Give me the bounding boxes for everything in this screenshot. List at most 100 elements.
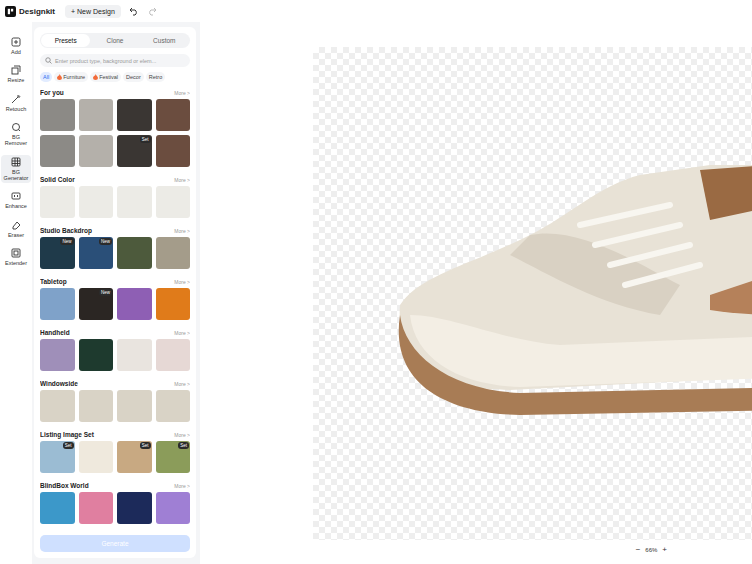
preset-thumbnail[interactable] bbox=[156, 237, 191, 269]
preset-panel: PresetsCloneCustom Enter product type, ba… bbox=[34, 27, 196, 558]
panel-tab[interactable]: Clone bbox=[90, 34, 139, 47]
thumbnail-badge: New bbox=[99, 289, 112, 296]
preset-thumbnail[interactable] bbox=[156, 135, 191, 167]
rail-item[interactable]: Resize bbox=[1, 63, 31, 85]
preset-thumbnail[interactable] bbox=[79, 492, 114, 524]
preset-thumbnail[interactable] bbox=[117, 288, 152, 320]
preset-thumbnail[interactable] bbox=[40, 390, 75, 422]
preset-thumbnail[interactable]: Set bbox=[117, 441, 152, 473]
preset-section: For you More > Set bbox=[40, 89, 190, 167]
preset-thumbnail[interactable] bbox=[79, 390, 114, 422]
preset-section: Handheld More > bbox=[40, 329, 190, 371]
retouch-icon bbox=[11, 94, 21, 104]
category-chip[interactable]: Furniture bbox=[54, 72, 88, 82]
rail-item[interactable]: BG Remover bbox=[1, 120, 31, 149]
preset-thumbnail[interactable] bbox=[156, 288, 191, 320]
logo[interactable]: Designkit bbox=[5, 6, 55, 17]
preset-thumbnail[interactable] bbox=[117, 237, 152, 269]
preset-thumbnail[interactable] bbox=[79, 441, 114, 473]
preset-section: Solid Color More > bbox=[40, 176, 190, 218]
panel-tab[interactable]: Custom bbox=[140, 34, 189, 47]
category-chip[interactable]: Retro bbox=[146, 72, 165, 82]
preset-thumbnail[interactable] bbox=[79, 135, 114, 167]
more-link[interactable]: More > bbox=[174, 381, 190, 387]
preset-thumbnail[interactable] bbox=[117, 390, 152, 422]
thumbnail-badge: New bbox=[99, 238, 112, 245]
new-design-button[interactable]: + New Design bbox=[65, 5, 121, 18]
preset-thumbnail[interactable] bbox=[156, 492, 191, 524]
section-title: Solid Color bbox=[40, 176, 75, 183]
enhance-icon bbox=[11, 191, 21, 201]
preset-thumbnail[interactable]: Set bbox=[156, 441, 191, 473]
zoom-in-button[interactable]: + bbox=[662, 545, 667, 554]
thumbnail-badge: Set bbox=[63, 442, 74, 449]
preset-thumbnail[interactable] bbox=[40, 135, 75, 167]
preset-section: Windowside More > bbox=[40, 380, 190, 422]
preset-thumbnail[interactable] bbox=[156, 99, 191, 131]
preset-thumbnail[interactable] bbox=[156, 339, 191, 371]
add-icon bbox=[11, 37, 21, 47]
preset-thumbnail[interactable] bbox=[79, 99, 114, 131]
more-link[interactable]: More > bbox=[174, 330, 190, 336]
section-title: For you bbox=[40, 89, 64, 96]
preset-thumbnail[interactable] bbox=[40, 339, 75, 371]
rail-item[interactable]: Eraser bbox=[1, 218, 31, 240]
more-link[interactable]: More > bbox=[174, 90, 190, 96]
more-link[interactable]: More > bbox=[174, 483, 190, 489]
canvas bbox=[313, 47, 752, 540]
redo-icon[interactable] bbox=[147, 6, 157, 16]
bg-generator-icon bbox=[11, 157, 21, 167]
eraser-icon bbox=[11, 220, 21, 230]
more-link[interactable]: More > bbox=[174, 177, 190, 183]
preset-section: Studio BackdropMore >NewNew bbox=[40, 227, 190, 269]
rail-item[interactable]: Enhance bbox=[1, 189, 31, 211]
preset-thumbnail[interactable] bbox=[117, 99, 152, 131]
more-link[interactable]: More > bbox=[174, 279, 190, 285]
thumbnail-badge: Set bbox=[178, 442, 189, 449]
undo-icon[interactable] bbox=[129, 6, 139, 16]
more-link[interactable]: More > bbox=[174, 228, 190, 234]
category-chips: All Furniture Festival Decor Retro bbox=[40, 72, 190, 82]
app: Designkit + New Design Add Resize Retouch BG … bbox=[0, 0, 752, 564]
preset-thumbnail[interactable]: New bbox=[79, 237, 114, 269]
category-chip[interactable]: Festival bbox=[90, 72, 121, 82]
preset-thumbnail[interactable] bbox=[156, 390, 191, 422]
section-title: Listing Image Set bbox=[40, 431, 94, 438]
category-chip[interactable]: Decor bbox=[123, 72, 144, 82]
preset-thumbnail[interactable] bbox=[40, 492, 75, 524]
rail-item[interactable]: Add bbox=[1, 35, 31, 57]
preset-thumbnail[interactable] bbox=[79, 186, 114, 218]
category-chip[interactable]: All bbox=[40, 72, 52, 82]
preset-thumbnail[interactable]: Set bbox=[40, 441, 75, 473]
preset-thumbnail[interactable] bbox=[117, 339, 152, 371]
preset-thumbnail[interactable] bbox=[40, 186, 75, 218]
section-title: BlindBox World bbox=[40, 482, 89, 489]
preset-thumbnail[interactable]: New bbox=[79, 288, 114, 320]
preset-thumbnail[interactable] bbox=[117, 186, 152, 218]
tool-rail: Add Resize Retouch BG Remover BG Generator En… bbox=[0, 22, 32, 564]
preset-thumbnail[interactable] bbox=[117, 492, 152, 524]
search-field[interactable]: Enter product type, background or elem..… bbox=[40, 54, 190, 67]
rail-item[interactable]: Retouch bbox=[1, 92, 31, 114]
preset-thumbnail[interactable] bbox=[40, 99, 75, 131]
zoom-out-button[interactable]: − bbox=[636, 545, 641, 554]
preset-thumbnail[interactable] bbox=[79, 339, 114, 371]
panel-tab[interactable]: Presets bbox=[41, 34, 90, 47]
bg-remover-icon bbox=[11, 122, 21, 132]
preset-thumbnail[interactable] bbox=[156, 186, 191, 218]
thumbnail-badge: New bbox=[60, 238, 73, 245]
section-title: Handheld bbox=[40, 329, 70, 336]
search-icon bbox=[45, 57, 52, 64]
preset-section: Listing Image Set More > Set Set Set bbox=[40, 431, 190, 473]
rail-item[interactable]: Extender bbox=[1, 246, 31, 268]
generate-button[interactable]: Generate bbox=[40, 535, 190, 552]
rail-item[interactable]: BG Generator bbox=[1, 155, 31, 184]
preset-thumbnail[interactable]: New bbox=[40, 237, 75, 269]
preset-thumbnail[interactable]: Set bbox=[117, 135, 152, 167]
preset-thumbnail[interactable] bbox=[40, 288, 75, 320]
more-link[interactable]: More > bbox=[174, 432, 190, 438]
workspace: −66%+ bbox=[200, 22, 752, 564]
product-image[interactable] bbox=[380, 165, 752, 415]
resize-icon bbox=[11, 65, 21, 75]
section-title: Windowside bbox=[40, 380, 78, 387]
